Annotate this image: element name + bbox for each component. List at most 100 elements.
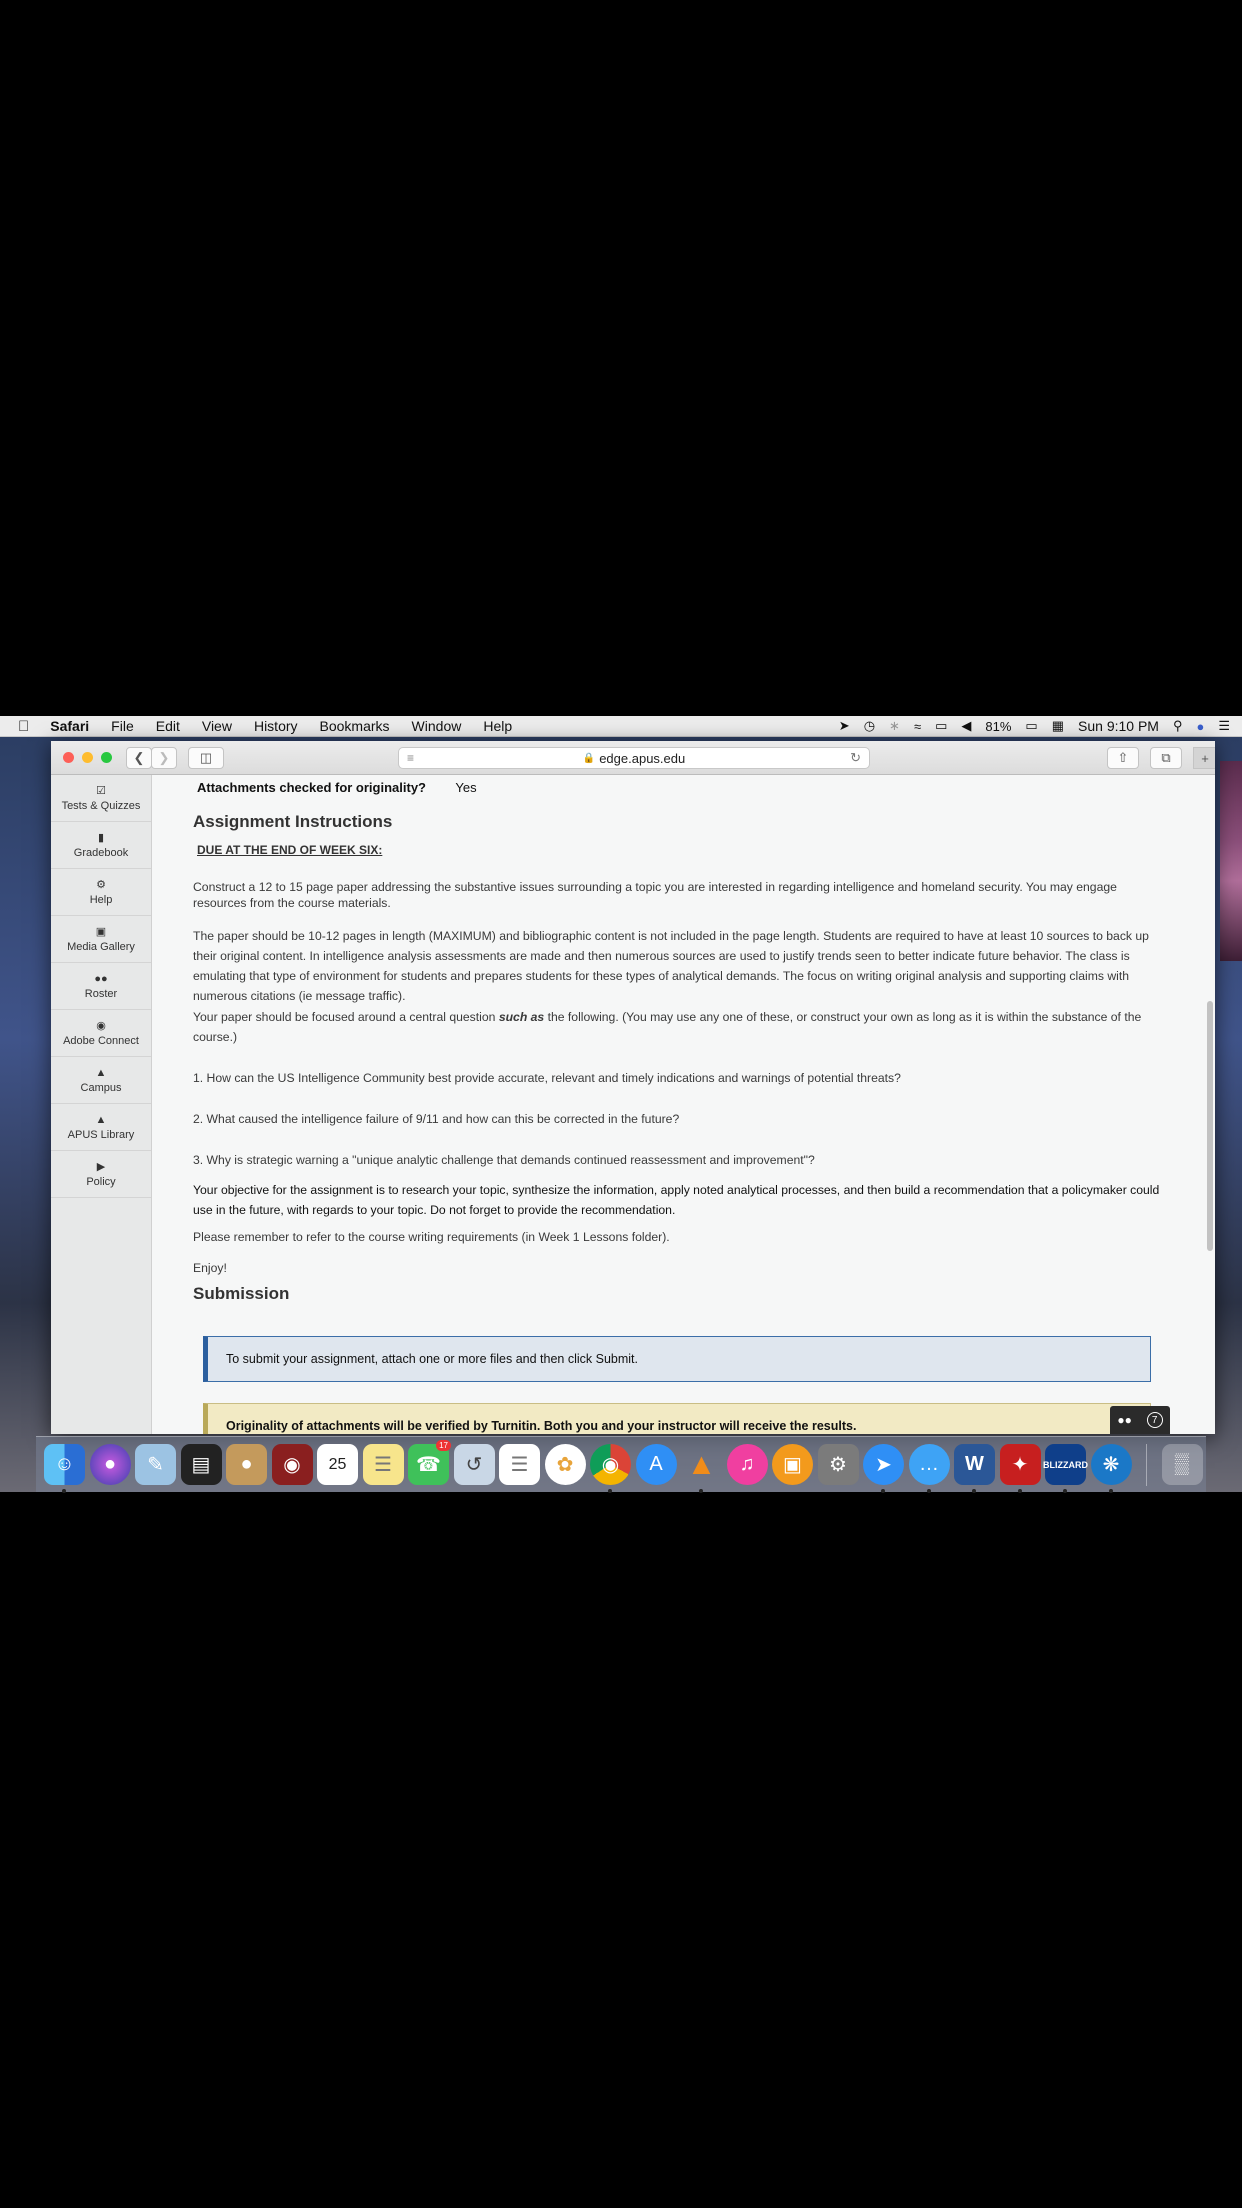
sidebar-icon: ◫ [199, 750, 213, 765]
menu-edit[interactable]: Edit [145, 718, 191, 734]
sidebar-toggle-button[interactable]: ◫ [188, 747, 224, 769]
library-icon: ▲ [95, 1113, 107, 1126]
menu-bar:  Safari File Edit View History Bookmark… [0, 716, 1242, 737]
chevron-left-icon: ❮ [133, 750, 145, 765]
menu-view[interactable]: View [191, 718, 243, 734]
minimize-window-button[interactable] [82, 752, 93, 763]
preview-icon[interactable]: ✎ [135, 1444, 176, 1485]
messages-icon[interactable]: … [908, 1444, 950, 1493]
menu-history[interactable]: History [243, 718, 309, 734]
plus-icon: + [1201, 750, 1209, 766]
share-button[interactable]: ⇧ [1107, 747, 1139, 769]
menu-help[interactable]: Help [472, 718, 523, 734]
sidebar-item-roster[interactable]: ●● Roster [51, 963, 151, 1010]
finder-icon[interactable]: ☺ [44, 1444, 85, 1493]
notification-center-icon[interactable]: ☰ [1218, 718, 1230, 734]
back-button[interactable]: ❮ [126, 747, 152, 769]
sidebar-item-label: Campus [80, 1081, 122, 1094]
safari-icon[interactable]: ➤ [863, 1444, 904, 1493]
acrobat-icon[interactable]: ✦ [999, 1444, 1041, 1493]
bluetooth-icon[interactable]: ∗ [889, 718, 900, 734]
contacts-icon[interactable]: ● [226, 1444, 267, 1485]
siri-icon[interactable]: ● [89, 1444, 131, 1485]
sidebar-item-policy[interactable]: ▶ Policy [51, 1151, 151, 1198]
vlc-icon[interactable]: ▲ [681, 1444, 722, 1493]
sidebar-item-label: Roster [84, 987, 118, 1000]
sidebar-item-adobe-connect[interactable]: ◉ Adobe Connect [51, 1010, 151, 1057]
airplay-icon[interactable]: ▭ [935, 718, 947, 734]
turnitin-text: Originality of attachments will be verif… [226, 1419, 857, 1433]
blizzard-icon[interactable]: BLIZZARD [1043, 1444, 1088, 1493]
sidebar-item-help[interactable]: ⚙ Help [51, 869, 151, 916]
battery-percent[interactable]: 81% [985, 719, 1011, 734]
sidebar-item-label: Tests & Quizzes [61, 800, 141, 812]
forward-button[interactable]: ❯ [151, 747, 177, 769]
sidebar-item-media-gallery[interactable]: ▣ Media Gallery [51, 916, 151, 963]
system-preferences-icon[interactable]: ⚙ [817, 1444, 859, 1485]
siri-icon[interactable]: ● [1196, 719, 1204, 734]
battle-net-icon[interactable]: ❋ [1090, 1444, 1132, 1493]
apple-icon[interactable]:  [0, 718, 39, 735]
sidebar-item-tests-quizzes[interactable]: ☑ Tests & Quizzes [51, 775, 151, 822]
reload-icon[interactable]: ↻ [850, 750, 861, 766]
objective-paragraph: Your objective for the assignment is to … [193, 1183, 1160, 1217]
ibooks-icon[interactable]: ▣ [772, 1444, 813, 1485]
chat-widget[interactable]: ●● 7 [1110, 1406, 1170, 1434]
chevron-right-icon: ❯ [158, 750, 170, 765]
page-scrollbar[interactable] [1207, 1001, 1213, 1251]
instructions-paragraph-3: Your paper should be focused around a ce… [193, 1007, 1163, 1047]
show-tabs-button[interactable]: ⧉ [1150, 747, 1182, 769]
sidebar-item-label: Help [89, 894, 113, 906]
sidebar-item-gradebook[interactable]: ▮ Gradebook [51, 822, 151, 869]
reader-view-icon[interactable]: ≡ [407, 751, 414, 765]
trash-icon[interactable]: ▒ [1161, 1444, 1203, 1485]
checkbox-icon: ☑ [96, 785, 106, 797]
photos-icon[interactable]: ✿ [544, 1444, 586, 1485]
itunes-icon[interactable]: ♫ [726, 1444, 768, 1485]
calendar-icon[interactable]: 25 [317, 1444, 358, 1485]
turnitin-callout: Originality of attachments will be verif… [203, 1403, 1151, 1434]
menu-bookmarks[interactable]: Bookmarks [309, 718, 401, 734]
sidebar-item-label: Gradebook [73, 847, 129, 859]
attachments-originality-row: Attachments checked for originality? Yes [197, 780, 477, 795]
chrome-icon[interactable]: ◉ [590, 1444, 631, 1493]
menu-file[interactable]: File [100, 718, 145, 734]
menu-app-name[interactable]: Safari [39, 718, 100, 734]
status-area: ➤ ◷ ∗ ≈ ▭ ◀ 81% ▭ ▦ Sun 9:10 PM ⚲ ● ☰ [839, 718, 1242, 734]
zoom-window-button[interactable] [101, 752, 112, 763]
sidebar-item-campus[interactable]: ▲ Campus [51, 1057, 151, 1104]
volume-icon[interactable]: ◀ [961, 718, 971, 734]
activity-monitor-icon[interactable]: ▤ [180, 1444, 222, 1485]
wifi-icon[interactable]: ≈ [914, 719, 921, 734]
battery-icon[interactable]: ▭ [1025, 718, 1037, 734]
photo-booth-icon[interactable]: ◉ [271, 1444, 313, 1485]
app-store-icon[interactable]: A [635, 1444, 677, 1485]
clock[interactable]: Sun 9:10 PM [1078, 718, 1159, 734]
contacts-sync-icon[interactable]: ↺ [453, 1444, 495, 1485]
address-bar[interactable]: ≡ 🔒 edge.apus.edu ↻ [398, 747, 870, 769]
word-icon[interactable]: W [954, 1444, 995, 1493]
enjoy-text: Enjoy! [193, 1261, 227, 1275]
facetime-icon[interactable]: ☎ 17 [408, 1440, 451, 1485]
megaphone-icon: ▶ [96, 1161, 106, 1173]
sidebar-item-label: Policy [86, 1176, 116, 1188]
time-machine-icon[interactable]: ◷ [864, 718, 875, 734]
share-icon: ⇧ [1117, 750, 1129, 765]
notes-icon[interactable]: ☰ [362, 1444, 404, 1485]
input-menu-icon[interactable]: ▦ [1052, 718, 1064, 734]
close-window-button[interactable] [63, 752, 74, 763]
users-icon: ●● [94, 972, 108, 985]
location-icon[interactable]: ➤ [839, 718, 850, 734]
calendar-day: 25 [328, 1455, 347, 1473]
menu-window[interactable]: Window [401, 718, 473, 734]
submission-heading: Submission [193, 1284, 290, 1303]
new-tab-button[interactable]: + [1193, 747, 1215, 769]
reminders-icon[interactable]: ☰ [499, 1444, 540, 1485]
lock-icon: 🔒 [582, 752, 596, 764]
attachments-value: Yes [455, 780, 477, 795]
spotlight-icon[interactable]: ⚲ [1173, 718, 1183, 734]
sidebar-item-apus-library[interactable]: ▲ APUS Library [51, 1104, 151, 1151]
attachments-label: Attachments checked for originality? [197, 780, 426, 795]
question-3: 3. Why is strategic warning a "unique an… [193, 1153, 815, 1167]
assignment-content: Attachments checked for originality? Yes… [152, 775, 1204, 1434]
